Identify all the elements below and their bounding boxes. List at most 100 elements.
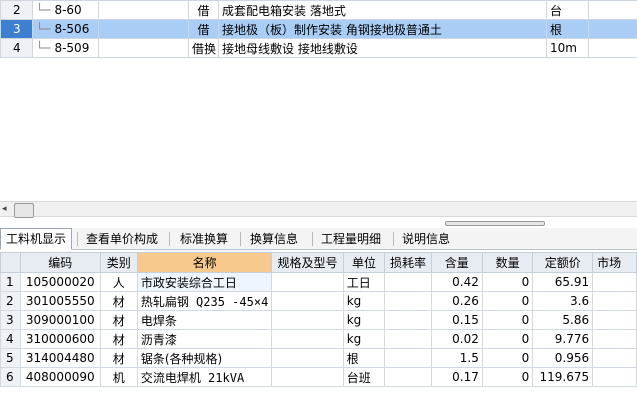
tab-labor-material-machine[interactable]: 工料机显示	[0, 228, 73, 250]
resource-code[interactable]: 310000600	[19, 329, 101, 349]
header-content[interactable]: 含量	[430, 252, 483, 273]
header-code[interactable]: 编码	[19, 252, 101, 273]
resource-category[interactable]: 材	[99, 310, 138, 330]
blank-cell[interactable]	[588, 0, 637, 20]
header-spec[interactable]: 规格及型号	[271, 252, 344, 273]
resource-quantity[interactable]: 0	[481, 348, 534, 368]
tab-standard-conversion[interactable]: 标准换算	[175, 229, 233, 249]
quota-unit[interactable]: 根	[546, 19, 589, 39]
quota-name[interactable]: 接地母线敷设 接地线敷设	[218, 38, 547, 58]
resource-name[interactable]: 锯条(各种规格)	[136, 348, 273, 368]
resource-quantity[interactable]: 0	[481, 310, 534, 330]
resource-row[interactable]: 1 105000020 人市政安装综合工日 工日 0.42 0 65.91	[0, 272, 637, 292]
quota-code-cell[interactable]: └─ 8-506	[32, 19, 99, 39]
resource-unit[interactable]: kg	[342, 291, 386, 311]
resource-row[interactable]: 4 310000600 材沥青漆 kg 0.02 0 9.776	[0, 329, 637, 349]
panel-splitter[interactable]	[445, 221, 545, 226]
quota-row[interactable]: 4 └─ 8-509 借换 接地母线敷设 接地线敷设 10m	[0, 38, 637, 58]
resource-unit[interactable]: 台班	[342, 367, 386, 387]
resource-quota-price[interactable]: 3.6	[532, 291, 594, 311]
scroll-thumb[interactable]	[14, 203, 34, 218]
resource-quantity[interactable]: 0	[481, 291, 534, 311]
resource-loss-rate[interactable]	[384, 367, 432, 387]
resource-quota-price[interactable]: 119.675	[532, 367, 594, 387]
resource-name[interactable]: 沥青漆	[136, 329, 273, 349]
resource-row[interactable]: 6 408000090 机交流电焊机 21kVA 台班 0.17 0 119.675	[0, 367, 637, 387]
resource-spec[interactable]	[271, 310, 344, 330]
blank-cell[interactable]	[588, 38, 637, 58]
tab-quantity-details[interactable]: 工程量明细	[316, 229, 386, 249]
quota-row[interactable]: 3 └─ 8-506 借接地极（板）制作安装 角钢接地极普通土根	[0, 19, 637, 39]
resource-content[interactable]: 0.17	[430, 367, 483, 387]
horizontal-scrollbar[interactable]: ◂	[0, 201, 637, 218]
resource-category[interactable]: 材	[99, 348, 138, 368]
resource-spec[interactable]	[271, 348, 344, 368]
resource-code[interactable]: 314004480	[19, 348, 101, 368]
resource-spec[interactable]	[271, 329, 344, 349]
quota-type[interactable]: 借	[188, 0, 219, 20]
resource-name[interactable]: 市政安装综合工日	[136, 272, 273, 292]
resource-category[interactable]: 材	[99, 329, 138, 349]
resource-market-price[interactable]	[592, 272, 637, 292]
resource-unit[interactable]: kg	[342, 329, 386, 349]
quota-name[interactable]: 接地极（板）制作安装 角钢接地极普通土	[218, 19, 547, 39]
header-quota-price[interactable]: 定额价	[532, 252, 594, 273]
resource-content[interactable]: 1.5	[430, 348, 483, 368]
blank-cell[interactable]	[98, 19, 189, 39]
blank-cell[interactable]	[588, 19, 637, 39]
header-market[interactable]: 市场	[592, 252, 637, 273]
quota-name[interactable]: 成套配电箱安装 落地式	[218, 0, 547, 20]
resource-name[interactable]: 交流电焊机 21kVA	[136, 367, 273, 387]
resource-content[interactable]: 0.26	[430, 291, 483, 311]
quota-row[interactable]: 2 └─ 8-60 借成套配电箱安装 落地式台	[0, 0, 637, 20]
resource-code[interactable]: 105000020	[19, 272, 101, 292]
resource-unit[interactable]: 工日	[342, 272, 386, 292]
resource-spec[interactable]	[271, 367, 344, 387]
resource-loss-rate[interactable]	[384, 272, 432, 292]
resource-row[interactable]: 2 301005550 材热轧扁钢 Q235 -45×4 kg 0.26 0 3.6	[0, 291, 637, 311]
resource-market-price[interactable]	[592, 329, 637, 349]
resource-row[interactable]: 5 314004480 材锯条(各种规格) 根 1.5 0 0.956	[0, 348, 637, 368]
header-quantity[interactable]: 数量	[481, 252, 534, 273]
resource-code[interactable]: 408000090	[19, 367, 101, 387]
resource-name[interactable]: 电焊条	[136, 310, 273, 330]
resource-market-price[interactable]	[592, 367, 637, 387]
resource-quantity[interactable]: 0	[481, 367, 534, 387]
blank-cell[interactable]	[98, 38, 189, 58]
tab-description-info[interactable]: 说明信息	[397, 229, 455, 249]
resource-market-price[interactable]	[592, 310, 637, 330]
resource-spec[interactable]	[271, 272, 344, 292]
resource-category[interactable]: 人	[99, 272, 138, 292]
quota-type[interactable]: 借	[188, 19, 219, 39]
tab-unit-price-composition[interactable]: 查看单价构成	[81, 229, 163, 249]
resource-spec[interactable]	[271, 291, 344, 311]
resource-content[interactable]: 0.42	[430, 272, 483, 292]
resource-unit[interactable]: kg	[342, 310, 386, 330]
resource-content[interactable]: 0.15	[430, 310, 483, 330]
resource-loss-rate[interactable]	[384, 348, 432, 368]
header-category[interactable]: 类别	[99, 252, 138, 273]
resource-quota-price[interactable]: 0.956	[532, 348, 594, 368]
resource-quota-price[interactable]: 9.776	[532, 329, 594, 349]
resource-code[interactable]: 301005550	[19, 291, 101, 311]
tab-conversion-info[interactable]: 换算信息	[245, 229, 303, 249]
resource-loss-rate[interactable]	[384, 329, 432, 349]
resource-market-price[interactable]	[592, 291, 637, 311]
resource-loss-rate[interactable]	[384, 291, 432, 311]
quota-code-cell[interactable]: └─ 8-509	[32, 38, 99, 58]
scroll-left-arrow-icon[interactable]: ◂	[2, 204, 12, 214]
resource-quota-price[interactable]: 5.86	[532, 310, 594, 330]
resource-category[interactable]: 机	[99, 367, 138, 387]
resource-quota-price[interactable]: 65.91	[532, 272, 594, 292]
resource-category[interactable]: 材	[99, 291, 138, 311]
resource-content[interactable]: 0.02	[430, 329, 483, 349]
header-loss-rate[interactable]: 损耗率	[384, 252, 432, 273]
resource-quantity[interactable]: 0	[481, 272, 534, 292]
resource-loss-rate[interactable]	[384, 310, 432, 330]
resource-name[interactable]: 热轧扁钢 Q235 -45×4	[136, 291, 273, 311]
resource-unit[interactable]: 根	[342, 348, 386, 368]
resource-market-price[interactable]	[592, 348, 637, 368]
header-unit[interactable]: 单位	[342, 252, 386, 273]
quota-type[interactable]: 借换	[188, 38, 219, 58]
quota-unit[interactable]: 台	[546, 0, 589, 20]
